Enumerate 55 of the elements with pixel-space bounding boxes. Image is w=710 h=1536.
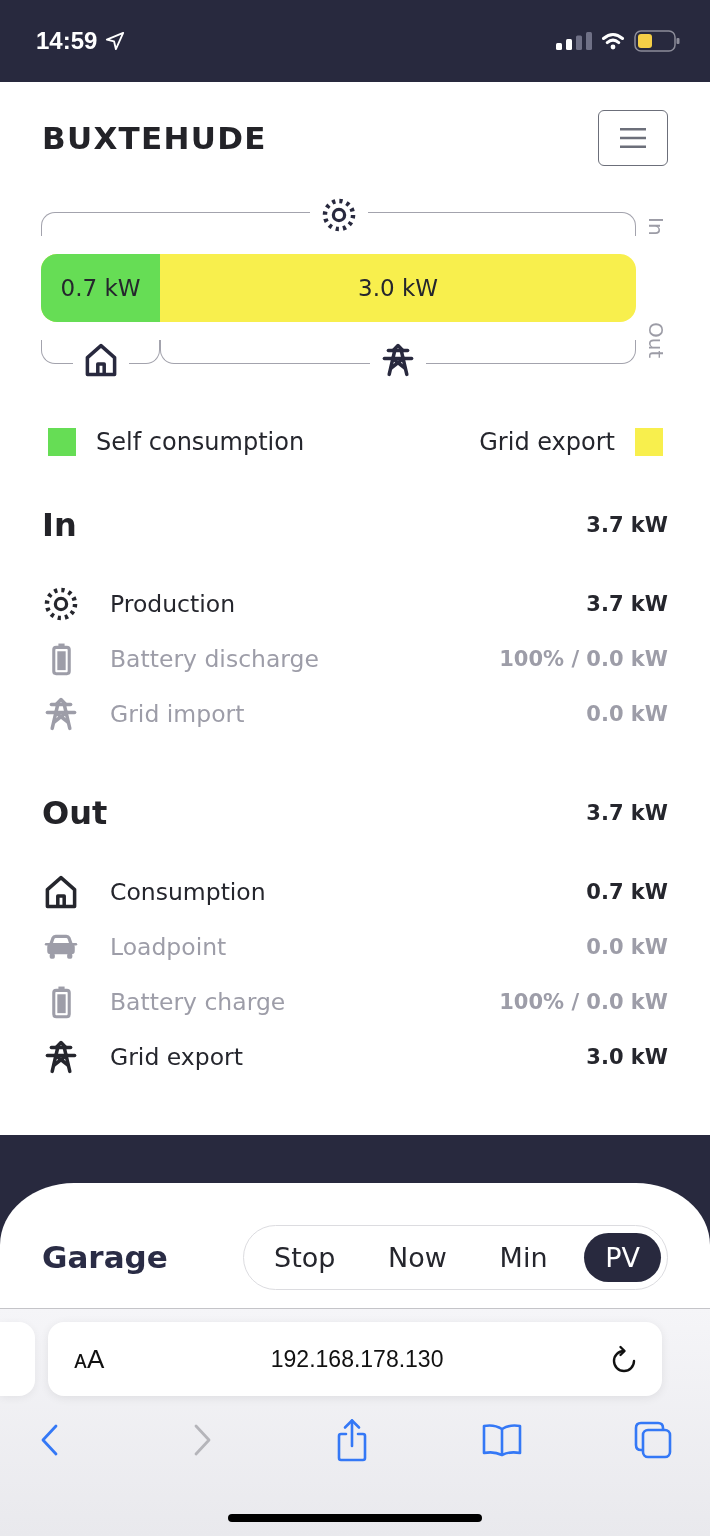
url-text: 192.168.178.130	[270, 1345, 444, 1373]
row-label: Production	[110, 589, 236, 618]
house-icon	[84, 343, 117, 377]
bar-segment: 0.7 kW	[41, 254, 160, 322]
reload-button[interactable]	[610, 1344, 638, 1374]
tabs-button[interactable]	[634, 1421, 672, 1459]
row-label: Grid import	[110, 699, 245, 728]
sun-icon	[321, 198, 356, 232]
loadpoint-title: Garage	[42, 1238, 168, 1277]
menu-button[interactable]	[598, 110, 668, 166]
signal-icon	[556, 32, 592, 50]
location-arrow-icon	[105, 31, 126, 51]
share-icon	[336, 1418, 368, 1462]
section-total: 3.7 kW	[586, 801, 668, 825]
bookmarks-button[interactable]	[482, 1423, 522, 1457]
row-value: 100% / 0.0 kW	[499, 989, 668, 1014]
mode-tab[interactable]: Stop	[258, 1233, 352, 1282]
row-value: 3.0 kW	[586, 1044, 668, 1069]
status-time: 14:59	[36, 27, 98, 55]
section-title: Out	[42, 793, 108, 833]
row-label: Grid export	[110, 1042, 243, 1071]
text-size-button[interactable]: ᴀA	[74, 1344, 105, 1374]
chevron-right-icon	[194, 1424, 212, 1456]
row-value: 0.7 kW	[586, 879, 668, 904]
mode-tab[interactable]: PV	[584, 1233, 661, 1282]
bracket-line	[41, 340, 73, 364]
mode-tab[interactable]: Min	[483, 1233, 564, 1282]
row-value: 0.0 kW	[586, 701, 668, 726]
back-button[interactable]	[40, 1424, 58, 1456]
segment-value: 3.0 kW	[358, 275, 438, 301]
legend-label: Grid export	[479, 428, 615, 456]
pylon-icon	[382, 343, 414, 377]
tabs-icon	[634, 1421, 672, 1459]
row-value: 100% / 0.0 kW	[499, 646, 668, 671]
mode-tab[interactable]: Now	[372, 1233, 463, 1282]
battery-status-icon	[634, 30, 680, 52]
section-total: 3.7 kW	[586, 513, 668, 537]
section-title: In	[42, 505, 77, 545]
wifi-icon	[601, 32, 625, 50]
row-value: 0.0 kW	[586, 934, 668, 959]
legend-label: Self consumption	[96, 428, 305, 456]
reload-icon	[610, 1344, 638, 1374]
book-icon	[482, 1423, 522, 1457]
row-label: Consumption	[110, 877, 266, 906]
menu-icon	[620, 128, 646, 148]
share-button[interactable]	[336, 1418, 368, 1462]
address-bar[interactable]: ᴀA 192.168.178.130	[48, 1322, 662, 1396]
row-value: 3.7 kW	[586, 591, 668, 616]
row-label: Loadpoint	[110, 932, 227, 961]
row-label: Battery charge	[110, 987, 286, 1016]
flow-in-label: In	[646, 217, 666, 236]
flow-out-label: Out	[646, 322, 666, 359]
site-title: BUXTEHUDE	[42, 119, 267, 158]
row-label: Battery discharge	[110, 644, 319, 673]
chevron-left-icon	[40, 1424, 58, 1456]
